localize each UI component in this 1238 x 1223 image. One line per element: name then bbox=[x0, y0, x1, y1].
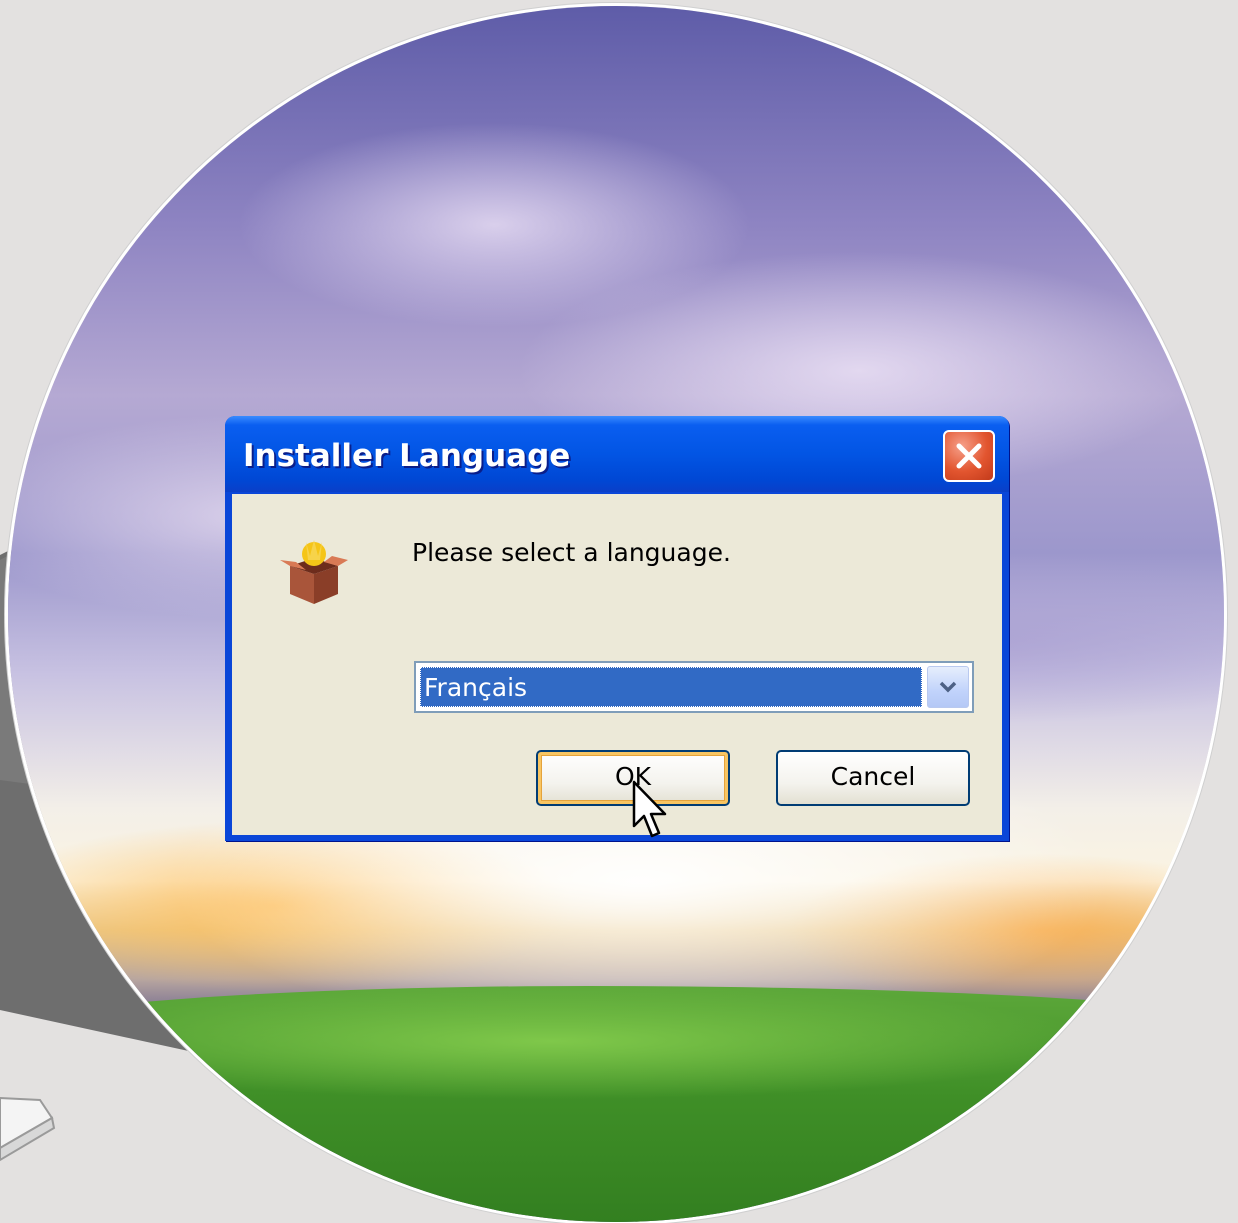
dropdown-button[interactable] bbox=[927, 666, 969, 708]
close-button[interactable] bbox=[943, 430, 995, 482]
language-select[interactable]: Français bbox=[414, 661, 974, 713]
dialog-body: Please select a language. Français OK Ca… bbox=[232, 494, 1002, 835]
cancel-button[interactable]: Cancel bbox=[776, 750, 970, 806]
dialog-title: Installer Language bbox=[243, 438, 571, 474]
title-bar[interactable]: Installer Language bbox=[225, 416, 1009, 492]
close-icon bbox=[956, 443, 982, 469]
green-hill bbox=[8, 986, 1224, 1222]
screen: Installer Language Please select a langu… bbox=[0, 0, 1238, 1223]
dropdown-arrow-icon bbox=[939, 681, 957, 693]
prompt-text: Please select a language. bbox=[412, 538, 731, 567]
installer-box-icon bbox=[280, 540, 348, 604]
installer-language-dialog: Installer Language Please select a langu… bbox=[225, 416, 1009, 841]
selected-language[interactable]: Français bbox=[420, 667, 922, 707]
mouse-pointer-icon bbox=[632, 780, 667, 838]
